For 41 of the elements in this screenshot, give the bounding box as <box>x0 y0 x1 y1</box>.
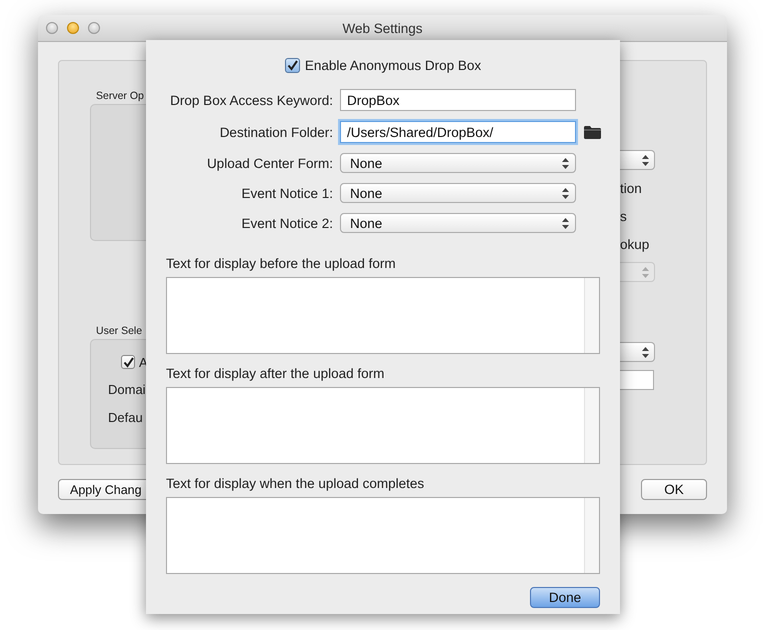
field-label: Domai <box>108 381 146 399</box>
popup-button[interactable]: None <box>340 213 576 233</box>
text-area-label: Text for display before the upload form <box>166 256 397 272</box>
field-label: Defau <box>108 409 143 427</box>
popup-button[interactable] <box>620 150 655 170</box>
field-label: Drop Box Access Keyword: <box>169 92 333 108</box>
stepper-arrows-icon <box>642 154 649 166</box>
option-label: s <box>620 208 627 224</box>
minimize-button[interactable] <box>67 22 79 34</box>
stepper-arrows-icon <box>562 158 569 168</box>
folder-icon[interactable] <box>584 126 601 138</box>
checkbox[interactable] <box>284 58 300 72</box>
stepper-arrows-icon <box>562 218 569 228</box>
text-area[interactable] <box>166 387 600 464</box>
popup-button[interactable]: None <box>340 153 576 173</box>
checkbox-label: Enable Anonymous Drop Box <box>304 58 482 72</box>
field-label: Destination Folder: <box>218 124 333 140</box>
text-area[interactable] <box>166 277 600 354</box>
popup-button[interactable] <box>620 342 655 362</box>
done-button[interactable]: Done <box>530 587 600 608</box>
field-label: Upload Center Form: <box>206 156 333 170</box>
text-field[interactable]: /Users/Shared/DropBox/ <box>340 121 576 143</box>
checkbox[interactable] <box>121 355 135 369</box>
close-button[interactable] <box>46 22 58 34</box>
group-label: User Sele <box>96 324 142 338</box>
option-label: tion <box>620 180 642 196</box>
text-area[interactable] <box>166 497 600 574</box>
stepper-arrows-icon <box>642 266 649 278</box>
stepper-arrows-icon <box>642 346 649 358</box>
option-label: okup <box>620 236 650 252</box>
text-field[interactable] <box>620 370 654 390</box>
field-label: Event Notice 2: <box>240 216 333 230</box>
stepper-arrows-icon <box>562 188 569 198</box>
text-area-label: Text for display after the upload form <box>166 366 386 382</box>
popup-button[interactable]: None <box>340 183 576 203</box>
zoom-button[interactable] <box>88 22 100 34</box>
text-field[interactable]: DropBox <box>340 89 576 111</box>
group-label: Server Op <box>96 89 144 103</box>
ok-button[interactable]: OK <box>641 479 707 500</box>
field-label: Event Notice 1: <box>240 186 333 200</box>
window-title: Web Settings <box>342 20 423 36</box>
